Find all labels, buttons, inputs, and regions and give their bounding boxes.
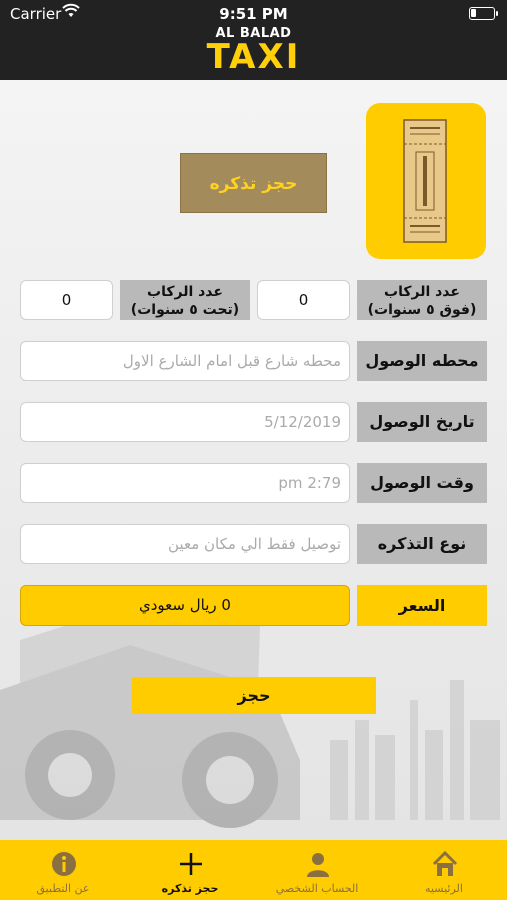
children-count-label: عدد الركاب (تحت ٥ سنوات) [120,280,250,320]
arrival-time-label: وقت الوصول [357,463,487,503]
app-header: Carrier 9:51 PM AL BALAD TAXI [0,0,507,80]
tab-about-label: عن التطبيق [36,882,90,895]
arrival-date-input[interactable]: 5/12/2019 [20,402,350,442]
status-bar: Carrier 9:51 PM [0,0,507,28]
tab-book-ticket[interactable]: حجز تذكره [127,840,253,900]
arrival-time-input[interactable]: 2:79 pm [20,463,350,503]
adults-label-line2: (فوق ٥ سنوات) [367,302,477,318]
ticket-type-input[interactable]: توصيل فقط الي مكان معين [20,524,350,564]
tab-home-label: الرئيسيه [425,882,463,895]
tab-profile-label: الحساب الشخصي [275,882,359,895]
price-value: 0 ريال سعودي [20,585,350,626]
tab-bar: الرئيسيه الحساب الشخصي حجز تذكره عن التط… [0,840,507,900]
adults-label-line1: عدد الركاب [384,284,460,300]
user-icon [307,853,329,877]
info-icon [52,852,76,876]
arrival-station-input[interactable]: محطه شارع قبل امام الشارع الاول [20,341,350,381]
adults-count-label: عدد الركاب (فوق ٥ سنوات) [357,280,487,320]
ticket-type-label: نوع التذكره [357,524,487,564]
arrival-station-label: محطه الوصول [357,341,487,381]
status-time: 9:51 PM [219,5,288,23]
tab-about[interactable]: عن التطبيق [0,840,126,900]
battery-icon [469,7,498,20]
children-label-line2: (تحت ٥ سنوات) [130,302,240,318]
adults-count-field[interactable]: 0 [257,280,350,320]
book-button[interactable]: حجز [132,677,376,714]
tab-home[interactable]: الرئيسيه [381,840,507,900]
home-icon [432,850,458,876]
logo-title: TAXI [206,37,301,77]
tab-book-ticket-label: حجز تذكره [161,882,219,895]
tab-profile[interactable]: الحساب الشخصي [254,840,380,900]
children-count-field[interactable]: 0 [20,280,113,320]
ticket-icon [403,119,447,243]
children-label-line1: عدد الركاب [147,284,223,300]
arrival-date-label: تاريخ الوصول [357,402,487,442]
plus-icon [180,853,202,875]
price-label: السعر [357,585,487,626]
book-ticket-button[interactable]: حجز تذكره [180,153,327,213]
